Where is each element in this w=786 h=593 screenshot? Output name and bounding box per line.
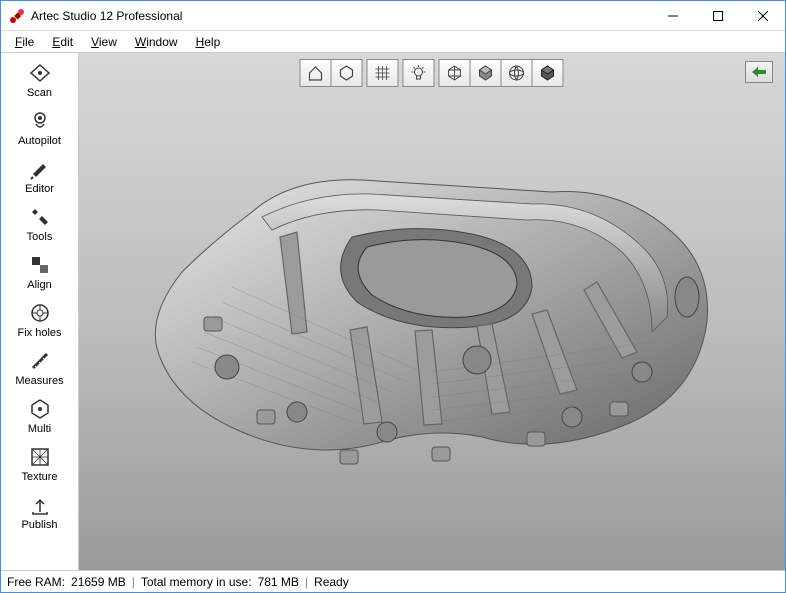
sidebar-label: Scan — [27, 87, 52, 99]
viewport-3d[interactable] — [79, 53, 785, 570]
sidebar-label: Texture — [21, 471, 57, 483]
status-mem-value: 781 MB — [258, 575, 299, 589]
separator: | — [132, 575, 135, 589]
back-button[interactable] — [745, 61, 773, 83]
sidebar-label: Tools — [27, 231, 53, 243]
sidebar-publish[interactable]: Publish — [8, 491, 72, 533]
tools-icon — [28, 205, 52, 229]
sidebar-label: Measures — [15, 375, 63, 387]
titlebar: Artec Studio 12 Professional — [1, 1, 785, 31]
window-title: Artec Studio 12 Professional — [31, 9, 650, 23]
sidebar-measures[interactable]: Measures — [8, 347, 72, 389]
align-icon — [28, 253, 52, 277]
home-view-button[interactable] — [300, 59, 332, 87]
measures-icon — [28, 349, 52, 373]
editor-icon — [28, 157, 52, 181]
textured-button[interactable] — [532, 59, 564, 87]
status-ram-label: Free RAM: — [7, 575, 65, 589]
model-preview — [132, 122, 732, 502]
smooth-shade-button[interactable] — [501, 59, 533, 87]
view-toolbar — [301, 59, 564, 87]
sidebar-texture[interactable]: Texture — [8, 443, 72, 485]
sidebar-label: Multi — [28, 423, 51, 435]
maximize-button[interactable] — [695, 1, 740, 30]
sidebar-multi[interactable]: Multi — [8, 395, 72, 437]
sidebar-label: Autopilot — [18, 135, 61, 147]
solid-button[interactable] — [470, 59, 502, 87]
status-state: Ready — [314, 575, 349, 589]
autopilot-icon — [28, 109, 52, 133]
statusbar: Free RAM: 21659 MB | Total memory in use… — [1, 570, 785, 592]
fixholes-icon — [28, 301, 52, 325]
menu-window[interactable]: Window — [127, 33, 186, 51]
sidebar-fixholes[interactable]: Fix holes — [8, 299, 72, 341]
sidebar-label: Editor — [25, 183, 54, 195]
wireframe-button[interactable] — [439, 59, 471, 87]
sidebar-label: Publish — [21, 519, 57, 531]
publish-icon — [28, 493, 52, 517]
menu-edit[interactable]: Edit — [44, 33, 81, 51]
menu-file[interactable]: File — [7, 33, 42, 51]
scan-icon — [28, 61, 52, 85]
fit-view-button[interactable] — [331, 59, 363, 87]
sidebar-label: Fix holes — [17, 327, 61, 339]
sidebar: Scan Autopilot Editor Tools Align Fix ho… — [1, 53, 79, 570]
menu-view[interactable]: View — [83, 33, 125, 51]
sidebar-align[interactable]: Align — [8, 251, 72, 293]
texture-icon — [28, 445, 52, 469]
app-logo-icon — [9, 8, 25, 24]
multi-icon — [28, 397, 52, 421]
separator: | — [305, 575, 308, 589]
grid-toggle-button[interactable] — [367, 59, 399, 87]
sidebar-label: Align — [27, 279, 51, 291]
menu-help[interactable]: Help — [188, 33, 229, 51]
sidebar-tools[interactable]: Tools — [8, 203, 72, 245]
menubar: File Edit View Window Help — [1, 31, 785, 53]
status-mem-label: Total memory in use: — [141, 575, 252, 589]
minimize-button[interactable] — [650, 1, 695, 30]
sidebar-editor[interactable]: Editor — [8, 155, 72, 197]
close-button[interactable] — [740, 1, 785, 30]
sidebar-scan[interactable]: Scan — [8, 59, 72, 101]
status-ram-value: 21659 MB — [71, 575, 126, 589]
sidebar-autopilot[interactable]: Autopilot — [8, 107, 72, 149]
lighting-button[interactable] — [403, 59, 435, 87]
